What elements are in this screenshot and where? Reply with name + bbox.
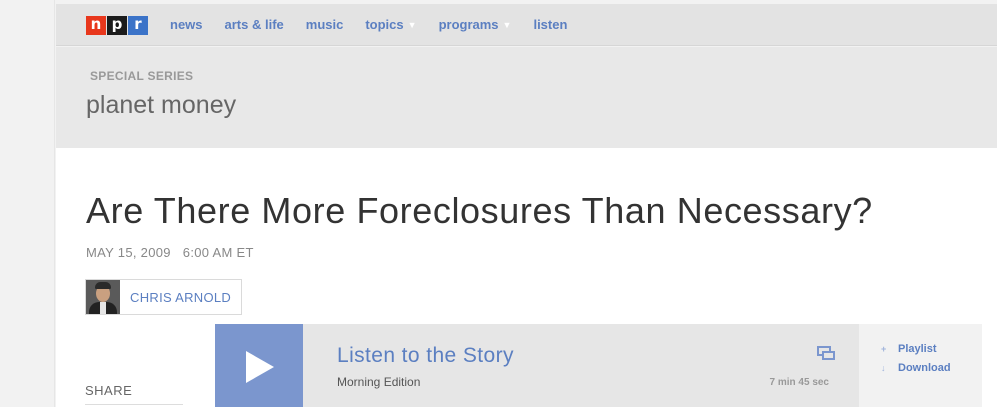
program-name: Morning Edition [337, 375, 421, 389]
audio-player: Listen to the Story Morning Edition 7 mi… [215, 324, 982, 407]
chevron-down-icon: ▼ [502, 19, 512, 30]
series-kicker[interactable]: SPECIAL SERIES [90, 69, 193, 83]
nav-item-arts-life[interactable]: arts & life [225, 17, 284, 32]
nav-item-topics[interactable]: topics ▼ [365, 17, 416, 32]
playlist-link[interactable]: + Playlist [881, 343, 937, 355]
chevron-down-icon: ▼ [407, 19, 417, 30]
nav-item-label: news [170, 17, 203, 32]
story-date: MAY 15, 2009 [86, 245, 171, 260]
author-name[interactable]: CHRIS ARNOLD [120, 290, 241, 305]
nav-item-news[interactable]: news [170, 17, 203, 32]
story-headline: Are There More Foreclosures Than Necessa… [86, 190, 873, 231]
share-divider [85, 404, 183, 405]
nav-item-label: programs [438, 17, 499, 32]
nav-item-listen[interactable]: listen [533, 17, 567, 32]
story-main: Are There More Foreclosures Than Necessa… [56, 148, 997, 407]
nav-item-label: listen [533, 17, 568, 32]
story-dateline: MAY 15, 2009 6:00 AM ET [86, 245, 254, 260]
download-link[interactable]: ↓ Download [881, 362, 951, 374]
author-byline[interactable]: CHRIS ARNOLD [85, 279, 243, 315]
npr-logo[interactable]: n p r [86, 16, 149, 35]
nav-item-music[interactable]: music [306, 17, 344, 32]
download-arrow-icon: ↓ [881, 363, 886, 373]
logo-letter-p: p [107, 16, 127, 35]
logo-letter-r: r [128, 16, 148, 35]
story-time: 6:00 AM ET [182, 245, 254, 260]
nav-item-label: music [305, 17, 344, 32]
play-button[interactable] [215, 324, 303, 407]
author-avatar [86, 280, 120, 314]
nav-menu: news arts & life music topics ▼ programs ▼… [170, 17, 589, 32]
playlist-label: Playlist [898, 343, 937, 355]
nav-item-label: topics [365, 17, 404, 32]
share-label: SHARE [85, 383, 133, 398]
audio-duration: 7 min 45 sec [769, 377, 829, 388]
play-icon [246, 351, 274, 383]
top-navigation: n p r news arts & life music topics ▼ pro… [56, 4, 997, 46]
series-header: SPECIAL SERIES planet money [56, 47, 997, 148]
download-label: Download [898, 362, 951, 374]
left-gutter [0, 0, 55, 407]
nav-item-programs[interactable]: programs ▼ [439, 17, 512, 32]
logo-letter-n: n [86, 16, 106, 35]
popout-icon[interactable] [817, 346, 835, 360]
listen-title[interactable]: Listen to the Story [337, 344, 514, 368]
nav-item-label: arts & life [224, 17, 284, 32]
player-info: Listen to the Story Morning Edition 7 mi… [303, 324, 859, 407]
plus-icon: + [881, 344, 887, 354]
series-title[interactable]: planet money [86, 91, 236, 120]
player-actions: + Playlist ↓ Download [859, 324, 982, 407]
